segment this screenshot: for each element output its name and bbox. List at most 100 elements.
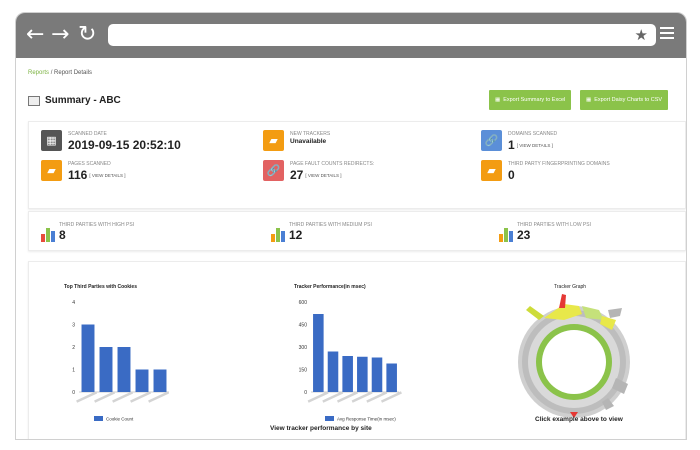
y-tick-label: 600	[299, 300, 308, 306]
link-icon: 🔗	[263, 160, 284, 181]
charts-panel: Top Third Parties with Cookies 0 1 2 3 4 Cook…	[28, 261, 686, 439]
stat-value: 2019-09-15 20:52:10	[68, 138, 181, 152]
psi-panel: THIRD PARTIES WITH HIGH PSI 8 THIRD PARTI…	[28, 211, 686, 251]
sunburst-segment	[608, 308, 622, 318]
stat-label: SCANNED DATE	[68, 131, 107, 137]
bar	[81, 324, 95, 392]
stat-label: NEW TRACKERS	[290, 131, 331, 137]
stat-label: THIRD PARTY FINGERPRINTING DOMAINS	[508, 161, 610, 167]
export-daisy-button[interactable]: ▦ Export Daisy Charts to CSV	[580, 90, 669, 110]
cookies-bar-chart: 0 1 2 3 4 Cookie Count	[72, 300, 170, 422]
calendar-icon: ▦	[41, 130, 62, 151]
table-icon: ▦	[586, 97, 592, 103]
cookies-chart-title: Top Third Parties with Cookies	[64, 284, 137, 290]
stat-new-trackers: ▰ NEW TRACKERS Unavailable	[263, 130, 330, 151]
sunburst-segment	[526, 306, 544, 320]
export-summary-label: Export Summary to Excel	[503, 97, 566, 103]
y-tick-label: 0	[72, 390, 75, 396]
address-bar[interactable]: ★	[108, 24, 656, 46]
psi-value: 8	[59, 228, 66, 242]
bar-chart-icon	[499, 228, 513, 242]
report-icon	[28, 95, 40, 106]
link-icon: 🔗	[481, 130, 502, 151]
tracker-perf-bar-chart: 0 150 300 450 600 Avg Response Time(in msec)	[299, 300, 402, 422]
view-details-link[interactable]: [ VIEW DETAILS ]	[517, 143, 553, 148]
export-daisy-label: Export Daisy Charts to CSV	[594, 97, 663, 103]
tracker-sunburst-chart[interactable]	[504, 290, 644, 420]
bar-chart-icon	[41, 228, 55, 242]
x-tick-label	[130, 391, 152, 403]
page-title: Summary - ABC	[28, 95, 121, 106]
reload-icon[interactable]: ↻	[78, 23, 96, 47]
page-title-text: Summary - ABC	[45, 95, 121, 106]
stat-label: PAGES SCANNED	[68, 161, 111, 167]
psi-value: 12	[289, 228, 303, 242]
stat-third-party-fp: ▰ THIRD PARTY FINGERPRINTING DOMAINS 0	[481, 160, 610, 182]
breadcrumb-current: Report Details	[54, 70, 93, 76]
breadcrumb: Reports / Report Details	[28, 70, 92, 76]
bar	[99, 347, 113, 392]
bar-chart-icon	[271, 228, 285, 242]
view-details-link[interactable]: [ VIEW DETAILS ]	[305, 173, 341, 178]
bar	[327, 351, 339, 392]
x-tick-label	[148, 391, 170, 403]
stat-value: 1	[508, 138, 515, 152]
stat-value: 27	[290, 168, 304, 182]
stat-scanned-date: ▦ SCANNED DATE 2019-09-15 20:52:10	[41, 130, 181, 152]
forward-arrow-icon[interactable]: →	[51, 23, 69, 47]
breadcrumb-separator: /	[50, 70, 53, 76]
bar	[135, 369, 149, 392]
stat-domains-scanned: 🔗 DOMAINS SCANNED 1[ VIEW DETAILS ]	[481, 130, 557, 152]
bar	[386, 363, 397, 392]
stat-value: 116	[68, 168, 88, 182]
sunburst-center	[542, 330, 606, 394]
note-icon: ▰	[263, 130, 284, 151]
bar	[313, 314, 324, 392]
y-tick-label: 1	[72, 368, 75, 374]
table-icon: ▦	[495, 97, 501, 103]
psi-label: THIRD PARTIES WITH HIGH PSI	[59, 222, 135, 228]
sunburst-segment	[559, 294, 566, 308]
bookmark-star-icon[interactable]: ★	[635, 26, 648, 44]
bar	[371, 357, 383, 392]
tracker-perf-chart-title: Tracker Performance(in msec)	[294, 284, 366, 290]
stat-value: Unavailable	[290, 138, 327, 145]
bar	[153, 369, 167, 392]
legend-label: Cookie Count	[106, 417, 134, 422]
note-icon: ▰	[41, 160, 62, 181]
x-tick-label	[76, 391, 98, 403]
stat-value: 0	[508, 168, 515, 182]
tracker-graph-caption[interactable]: Click example above to view	[535, 416, 623, 423]
stat-label: DOMAINS SCANNED	[508, 131, 558, 137]
breadcrumb-reports-link[interactable]: Reports	[28, 70, 49, 76]
x-tick-label	[94, 391, 116, 403]
hamburger-menu-icon[interactable]	[660, 27, 674, 42]
legend-label: Avg Response Time(in msec)	[337, 417, 396, 422]
psi-value: 23	[517, 228, 531, 242]
bar	[357, 356, 368, 392]
stat-label: PAGE FAULT COUNTS REDIRECTS:	[290, 161, 375, 167]
x-tick-label	[112, 391, 134, 403]
browser-window: ← → ↻ ★ Reports / Report Details Summary…	[15, 12, 687, 440]
y-tick-label: 150	[299, 368, 308, 374]
y-tick-label: 300	[299, 345, 308, 351]
view-details-link[interactable]: [ VIEW DETAILS ]	[89, 173, 125, 178]
browser-toolbar: ← → ↻ ★	[16, 13, 686, 58]
psi-medium: THIRD PARTIES WITH MEDIUM PSI 12	[271, 222, 372, 242]
legend-swatch	[94, 416, 103, 421]
bar	[342, 356, 353, 392]
tracker-perf-caption[interactable]: View tracker performance by site	[270, 425, 372, 432]
y-tick-label: 3	[72, 323, 75, 329]
y-tick-label: 4	[72, 300, 75, 306]
psi-low: THIRD PARTIES WITH LOW PSI 23	[499, 222, 591, 242]
stat-page-fault: 🔗 PAGE FAULT COUNTS REDIRECTS: 27[ VIEW …	[263, 160, 374, 182]
stats-panel: ▦ SCANNED DATE 2019-09-15 20:52:10 ▰ NEW…	[28, 121, 686, 209]
psi-high: THIRD PARTIES WITH HIGH PSI 8	[41, 222, 134, 242]
note-icon: ▰	[481, 160, 502, 181]
y-tick-label: 0	[304, 390, 307, 396]
back-arrow-icon[interactable]: ←	[26, 23, 44, 47]
y-tick-label: 450	[299, 323, 308, 329]
export-summary-button[interactable]: ▦ Export Summary to Excel	[489, 90, 572, 110]
stat-pages-scanned: ▰ PAGES SCANNED 116[ VIEW DETAILS ]	[41, 160, 126, 182]
bar	[117, 347, 131, 392]
